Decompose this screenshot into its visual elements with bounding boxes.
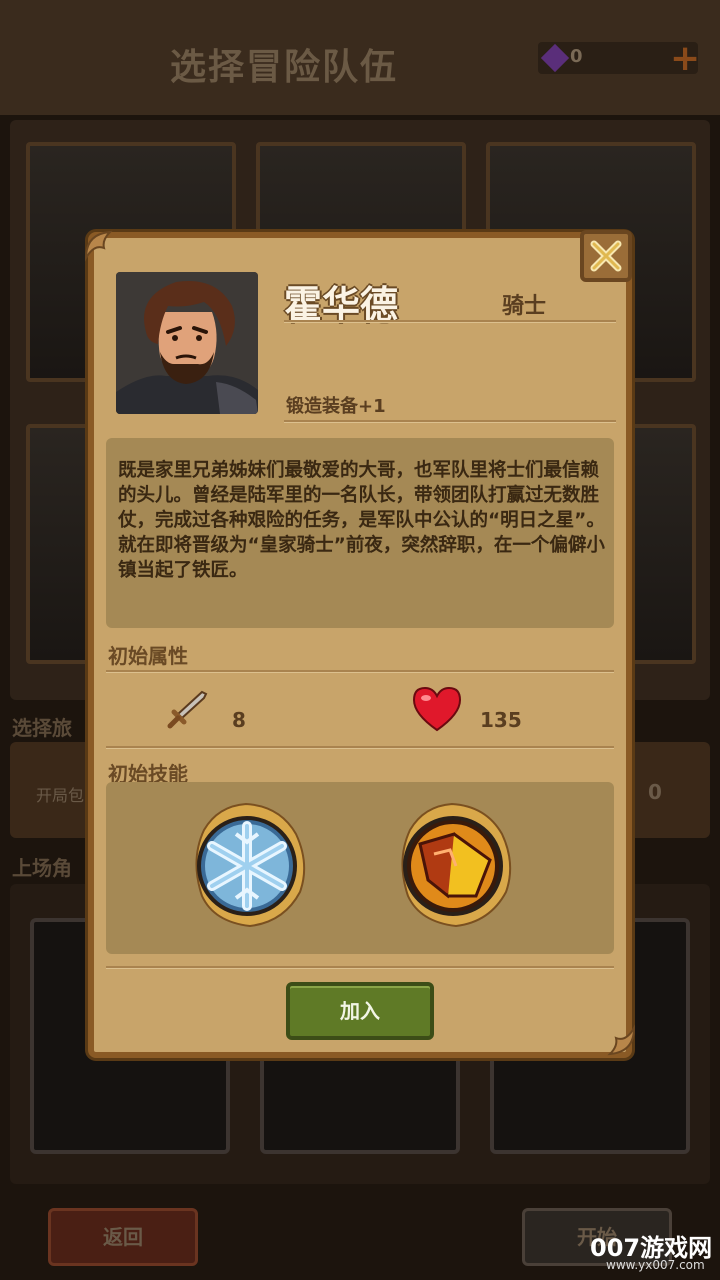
- heart-icon: [412, 686, 462, 732]
- pack-label: 开局包: [36, 786, 85, 805]
- pack-value: 0: [648, 780, 662, 804]
- hero-description: 既是家里兄弟姊妹们最敬爱的大哥，也军队里将士们最信赖的头儿。曾经是陆军里的一名队…: [118, 460, 605, 581]
- skill-frost[interactable]: [184, 800, 310, 930]
- corner-ornament-icon: [607, 1024, 636, 1056]
- divider: [106, 670, 614, 673]
- divider: [284, 320, 616, 323]
- hero-class: 骑士: [502, 294, 547, 319]
- divider: [106, 746, 614, 749]
- frost-skill-icon: [195, 802, 306, 928]
- roster-label: 上场角: [12, 856, 72, 880]
- back-button-label: 返回: [103, 1225, 143, 1249]
- hero-portrait: [116, 272, 258, 414]
- travel-label: 选择旅: [12, 716, 72, 740]
- add-gems-button[interactable]: +: [670, 38, 700, 79]
- back-button[interactable]: 返回: [48, 1208, 198, 1266]
- join-button-label: 加入: [340, 999, 380, 1023]
- divider: [106, 966, 614, 969]
- health-value: 135: [480, 708, 522, 732]
- corner-ornament-icon: [84, 230, 113, 262]
- attributes-title: 初始属性: [108, 644, 188, 668]
- divider: [284, 420, 616, 423]
- fire-skill-icon: [401, 802, 512, 928]
- close-icon: [590, 240, 622, 272]
- page-title: 选择冒险队伍: [170, 47, 399, 88]
- close-button[interactable]: [580, 230, 632, 282]
- skills-box: [106, 782, 614, 954]
- sword-icon: [167, 690, 208, 729]
- gem-count: 0: [570, 46, 583, 67]
- attack-value: 8: [232, 708, 246, 732]
- hero-perk: 锻造装备+1: [286, 396, 386, 417]
- watermark-url: www.yx007.com: [606, 1258, 705, 1272]
- join-button[interactable]: 加入: [286, 982, 434, 1040]
- skill-fire[interactable]: [390, 800, 516, 930]
